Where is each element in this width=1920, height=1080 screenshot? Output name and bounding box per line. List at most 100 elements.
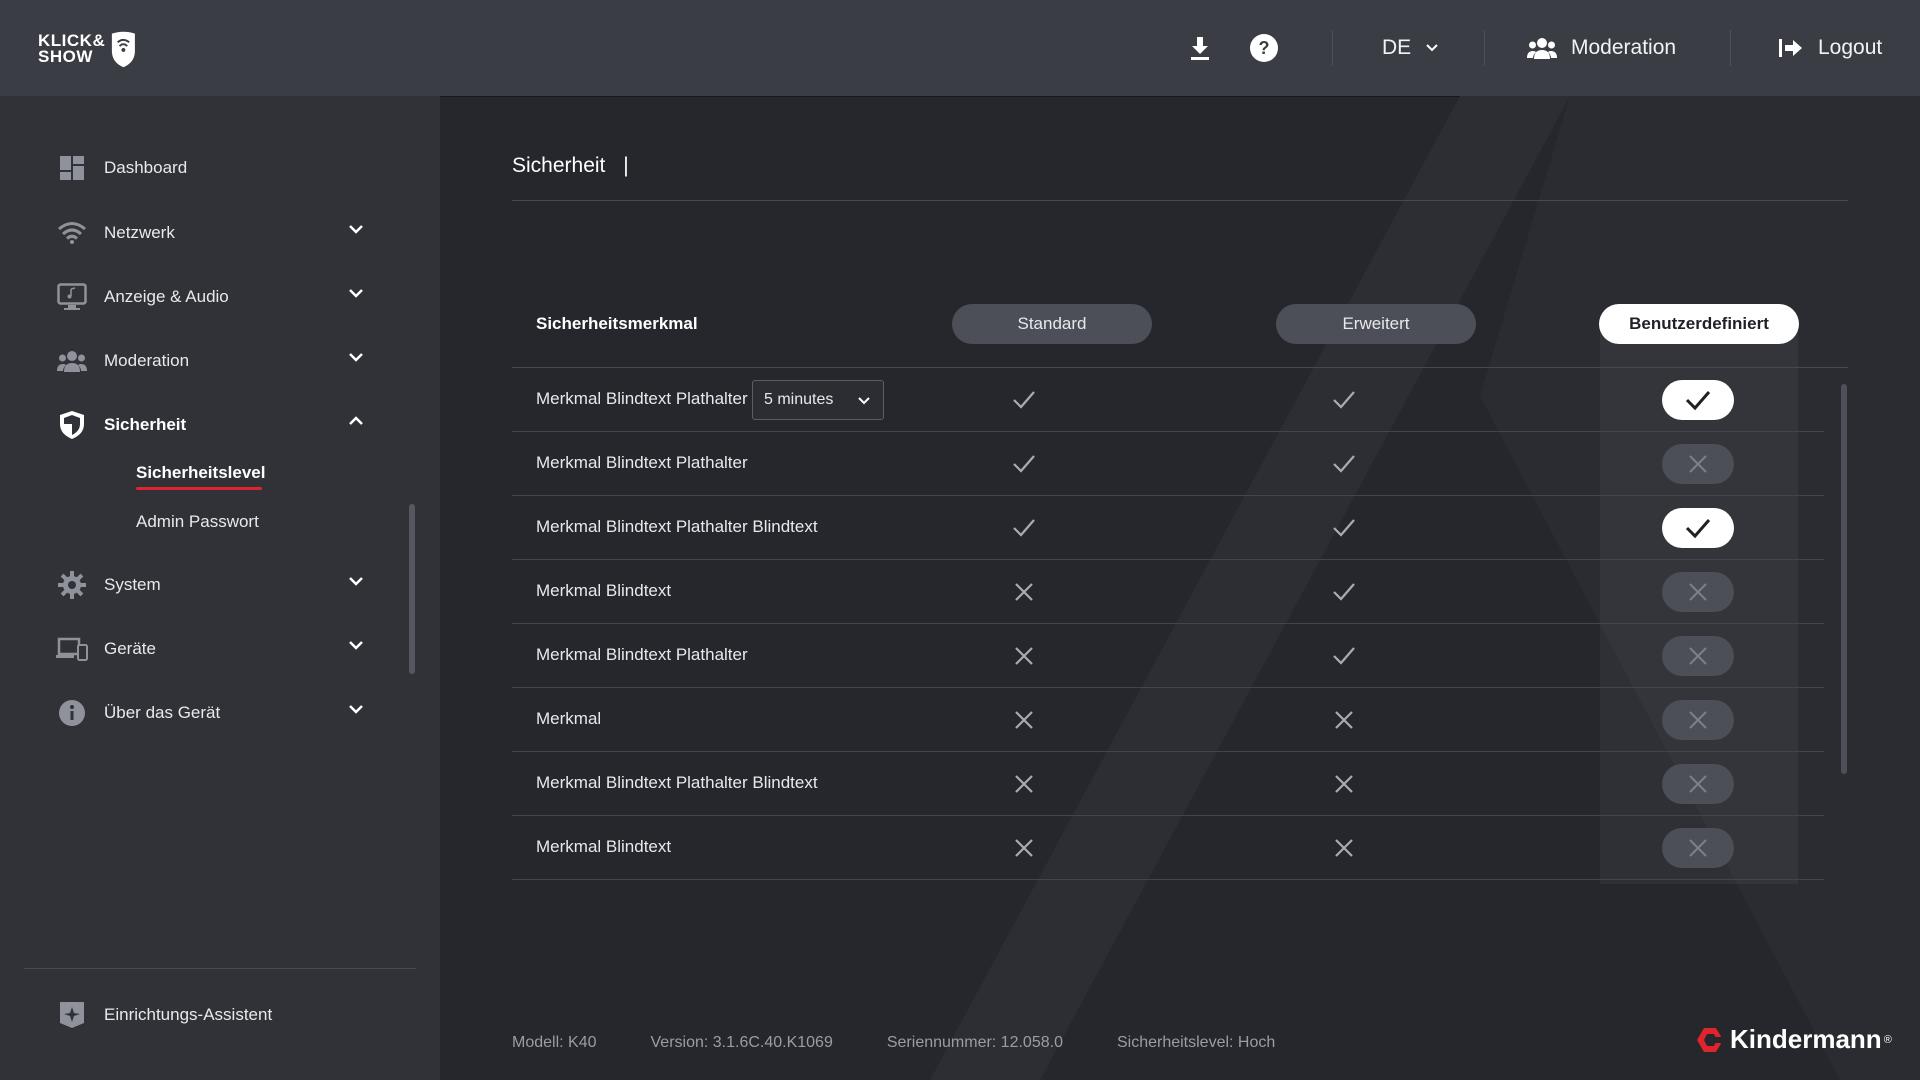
chevron-down-icon [349,353,363,362]
title-cursor: | [623,154,629,177]
table-row: Merkmal [512,688,1824,752]
custom-feature-toggle[interactable] [1662,828,1734,868]
sidebar-item-sicherheit[interactable]: Sicherheit [56,405,376,445]
table-row: Merkmal Blindtext Plathalter [512,432,1824,496]
chevron-up-icon [349,416,363,425]
gear-icon [56,569,88,601]
sidebar-item-label: System [104,575,161,594]
active-indicator [136,487,262,490]
setup-assistant-button[interactable]: Einrichtungs-Assistent [56,995,376,1035]
cross-icon [1687,709,1709,731]
sidebar-item-anzeige-audio[interactable]: Anzeige & Audio [56,277,376,317]
check-icon [1012,516,1036,540]
sidebar-item-ueber-das-geraet[interactable]: Über das Gerät [56,693,376,733]
cross-icon [1687,773,1709,795]
header-divider [1730,30,1731,66]
sidebar-item-dashboard[interactable]: Dashboard [56,148,376,188]
language-selector[interactable]: DE [1382,30,1439,66]
sidebar-item-system[interactable]: System [56,565,376,605]
feature-column-header: Sicherheitsmerkmal [536,314,698,333]
footer-security-level: Sicherheitslevel: Hoch [1116,1034,1276,1051]
devices-icon [56,633,88,665]
sidebar-divider [24,968,416,969]
sidebar-item-label: Dashboard [104,158,188,177]
monitor-icon [56,281,88,313]
check-icon [1012,388,1036,412]
moderation-label: Moderation [1571,36,1677,59]
custom-feature-toggle[interactable] [1662,572,1734,612]
logout-icon [1779,39,1802,57]
dashboard-icon [56,152,88,184]
check-icon [1332,388,1356,412]
check-icon [1684,388,1712,412]
chevron-down-icon [349,641,363,650]
sidebar-item-netzwerk[interactable]: Netzwerk [56,213,376,253]
timeout-select-value: 5 minutes [764,391,834,408]
sidebar-item-label: Geräte [104,639,156,658]
cross-icon [1332,772,1356,796]
sidebar-item-label: Netzwerk [104,223,175,242]
footer-model: Modell: K40 [512,1034,597,1051]
custom-feature-toggle[interactable] [1662,764,1734,804]
sidebar-item-label: Sicherheit [104,415,187,434]
check-icon [1332,516,1356,540]
sidebar-item-label: Moderation [104,351,190,370]
feature-label: Merkmal [536,709,602,728]
brand-registered-mark: ® [1883,1033,1892,1046]
sidebar-item-geraete[interactable]: Geräte [56,629,376,669]
feature-label: Merkmal Blindtext [536,837,672,856]
download-icon[interactable] [1182,30,1218,66]
shield-icon [56,409,88,441]
level-erweitert-button[interactable]: Erweitert [1276,304,1476,344]
kindermann-mark-icon [1697,1027,1724,1052]
feature-label: Merkmal Blindtext Plathalter Blindtext [536,773,818,792]
language-label: DE [1382,36,1412,59]
feature-label: Merkmal Blindtext Plathalter [536,645,748,664]
cross-icon [1012,772,1036,796]
page-title: Sicherheit | [512,154,629,178]
custom-feature-toggle[interactable] [1662,380,1734,420]
feature-label: Merkmal Blindtext Plathalter [536,389,748,408]
table-scrollbar[interactable] [1841,384,1847,774]
header-divider [1484,30,1485,66]
sidebar-scrollbar[interactable] [409,504,415,674]
wifi-icon [56,217,88,249]
logout-button[interactable]: Logout [1778,30,1882,66]
custom-feature-toggle[interactable] [1662,444,1734,484]
main-content: Sicherheit | Sicherheitsmerkmal Standard… [440,96,1920,1080]
level-benutzerdefiniert-button[interactable]: Benutzerdefiniert [1599,304,1799,344]
cross-icon [1012,644,1036,668]
table-row: Merkmal Blindtext Plathalter Blindtext [512,496,1824,560]
cross-icon [1687,837,1709,859]
cross-icon [1687,645,1709,667]
klick-show-logo: KLICK& SHOW [38,27,138,71]
help-icon[interactable]: ? [1246,30,1282,66]
sidebar-subitem-admin-passwort[interactable]: Admin Passwort [136,512,259,532]
info-icon [56,697,88,729]
feature-label: Merkmal Blindtext [536,581,672,600]
top-bar: KLICK& SHOW ? DE Moderation Logout [0,0,1920,96]
table-row: Merkmal Blindtext Plathalter [512,624,1824,688]
feature-label: Merkmal Blindtext Plathalter [536,453,748,472]
cross-icon [1332,708,1356,732]
sidebar-item-moderation[interactable]: Moderation [56,341,376,381]
sidebar-item-label: Anzeige & Audio [104,287,229,306]
custom-feature-toggle[interactable] [1662,636,1734,676]
users-icon [1527,38,1557,59]
timeout-select[interactable]: 5 minutes [752,380,884,420]
custom-feature-toggle[interactable] [1662,508,1734,548]
chevron-down-icon [349,577,363,586]
cross-icon [1012,836,1036,860]
logout-label: Logout [1818,36,1883,59]
moderation-button[interactable]: Moderation [1527,30,1676,66]
cross-icon [1012,708,1036,732]
custom-feature-toggle[interactable] [1662,700,1734,740]
cross-icon [1687,453,1709,475]
table-row: Merkmal Blindtext Plathalter 5 minutes [512,368,1824,432]
level-standard-button[interactable]: Standard [952,304,1152,344]
chevron-down-icon [349,705,363,714]
kindermann-logo: Kindermann ® [1696,1024,1892,1055]
check-icon [1012,452,1036,476]
setup-assistant-label: Einrichtungs-Assistent [104,1005,273,1024]
sidebar-subitem-sicherheitslevel[interactable]: Sicherheitslevel [136,463,265,483]
